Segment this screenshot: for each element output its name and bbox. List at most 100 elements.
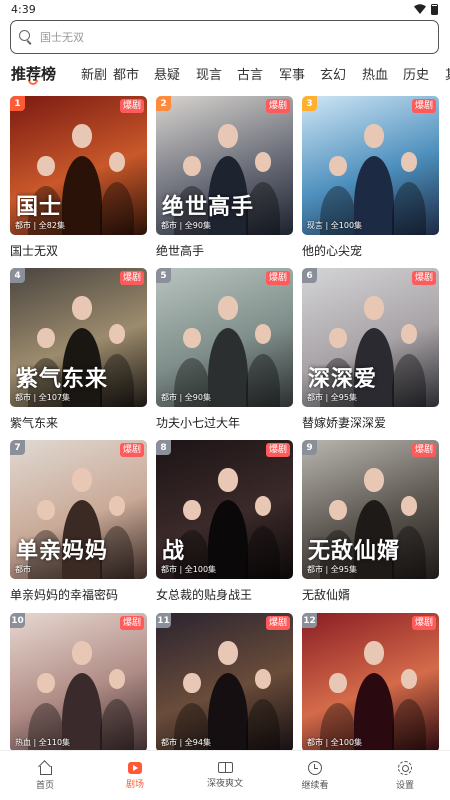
drama-meta: 都市 | 全90集 <box>161 393 211 402</box>
rank-badge: 4 <box>10 268 25 283</box>
poster-face <box>364 124 384 148</box>
drama-poster[interactable]: 3 爆剧 现言 | 全100集 <box>302 96 439 235</box>
drama-card[interactable]: 战 8 爆剧 都市 | 全100集 女总裁的贴身战王 <box>156 440 293 603</box>
clock-icon <box>308 760 322 775</box>
drama-title[interactable]: 无敌仙婿 <box>302 586 439 603</box>
drama-poster[interactable]: 单亲妈妈 7 爆剧 都市 <box>10 440 147 579</box>
poster-face <box>400 324 418 344</box>
nav-home[interactable]: 首页 <box>0 751 90 800</box>
drama-card[interactable]: 3 爆剧 现言 | 全100集他的心尖宠 <box>302 96 439 259</box>
nav-book[interactable]: 深夜爽文 <box>180 751 270 800</box>
drama-card[interactable]: 绝世高手 2 爆剧 都市 | 全90集 绝世高手 <box>156 96 293 259</box>
drama-meta: 都市 <box>15 565 31 574</box>
poster-face <box>108 669 126 689</box>
drama-title[interactable]: 单亲妈妈的幸福密码 <box>10 586 147 603</box>
poster-face <box>72 124 92 148</box>
search-bar[interactable] <box>10 20 439 54</box>
nav-theater[interactable]: 剧场 <box>90 751 180 800</box>
drama-title[interactable]: 女总裁的贴身战王 <box>156 586 293 603</box>
tab-3[interactable]: 悬疑 <box>154 64 180 83</box>
tab-9[interactable]: 历史 <box>403 64 429 83</box>
tab-10[interactable]: 其 <box>445 64 450 83</box>
poster-title-art: 紫气东来 <box>16 367 109 392</box>
poster-face <box>183 499 201 521</box>
tab-7[interactable]: 玄幻 <box>320 64 346 83</box>
poster-face <box>364 468 384 492</box>
poster-face <box>72 468 92 492</box>
search-input[interactable] <box>40 30 420 44</box>
drama-meta: 都市 | 全95集 <box>307 565 357 574</box>
drama-card[interactable]: 5 爆剧 都市 | 全90集功夫小七过大年 <box>156 268 293 431</box>
drama-poster[interactable]: 国士 1 爆剧 都市 | 全82集 <box>10 96 147 235</box>
tab-5[interactable]: 古言 <box>237 64 263 83</box>
tab-2[interactable]: 都市 <box>113 64 139 83</box>
nav-clock[interactable]: 继续看 <box>270 751 360 800</box>
drama-title[interactable]: 功夫小七过大年 <box>156 414 293 431</box>
poster-face <box>400 152 418 172</box>
drama-meta: 热血 | 全110集 <box>15 738 71 747</box>
tab-6[interactable]: 军事 <box>279 64 305 83</box>
drama-poster[interactable]: 11 爆剧 都市 | 全94集 <box>156 613 293 752</box>
drama-poster[interactable]: 12 爆剧都市 | 全100集 <box>302 613 439 752</box>
poster-face <box>218 124 238 148</box>
poster-face <box>183 155 201 177</box>
rank-badge: 5 <box>156 268 171 283</box>
hot-badge: 爆剧 <box>265 443 290 457</box>
drama-poster[interactable]: 绝世高手 2 爆剧 都市 | 全90集 <box>156 96 293 235</box>
drama-card[interactable]: 国士 1 爆剧 都市 | 全82集国士无双 <box>10 96 147 259</box>
drama-title[interactable]: 替嫁娇妻深深爱 <box>302 414 439 431</box>
nav-label: 首页 <box>35 780 54 791</box>
rank-badge: 9 <box>302 440 317 455</box>
drama-meta: 都市 | 全100集 <box>161 565 217 574</box>
drama-card[interactable]: 深深爱 6 爆剧 都市 | 全95集 替嫁娇妻深深爱 <box>302 268 439 431</box>
poster-face <box>400 496 418 516</box>
drama-card[interactable]: 无敌仙婿 9 爆剧 都市 | 全95集 无敌仙婿 <box>302 440 439 603</box>
drama-card[interactable]: 10 爆剧 热血 | 全110集 <box>10 613 147 752</box>
drama-meta: 都市 | 全95集 <box>307 393 357 402</box>
poster-face <box>254 669 272 689</box>
poster-title-art: 深深爱 <box>308 367 378 392</box>
poster-face <box>37 672 55 694</box>
status-icons <box>414 3 438 15</box>
rank-badge: 12 <box>302 613 317 628</box>
drama-card[interactable]: 紫气东来 4 爆剧 都市 | 全107集 紫气东来 <box>10 268 147 431</box>
hot-badge: 爆剧 <box>119 271 144 285</box>
nav-gear[interactable]: 设置 <box>360 751 450 800</box>
rank-badge: 10 <box>10 613 25 628</box>
theater-icon <box>128 761 142 774</box>
hot-badge: 爆剧 <box>411 271 436 285</box>
drama-poster[interactable]: 10 爆剧 热血 | 全110集 <box>10 613 147 752</box>
tab-0[interactable]: 推荐榜 <box>11 63 56 84</box>
poster-title-art: 绝世高手 <box>162 195 255 220</box>
drama-poster[interactable]: 无敌仙婿 9 爆剧 都市 | 全95集 <box>302 440 439 579</box>
drama-poster[interactable]: 深深爱 6 爆剧 都市 | 全95集 <box>302 268 439 407</box>
drama-card[interactable]: 单亲妈妈 7 爆剧 都市 单亲妈妈的幸福密码 <box>10 440 147 603</box>
rank-badge: 7 <box>10 440 25 455</box>
drama-card[interactable]: 12 爆剧都市 | 全100集 <box>302 613 439 752</box>
tab-1[interactable]: 新剧 <box>81 64 107 83</box>
poster-face <box>254 152 272 172</box>
drama-title[interactable]: 国士无双 <box>10 242 147 259</box>
poster-face <box>37 327 55 349</box>
poster-face <box>37 499 55 521</box>
drama-poster[interactable]: 5 爆剧 都市 | 全90集 <box>156 268 293 407</box>
drama-title[interactable]: 他的心尖宠 <box>302 242 439 259</box>
drama-poster[interactable]: 战 8 爆剧 都市 | 全100集 <box>156 440 293 579</box>
drama-title[interactable]: 绝世高手 <box>156 242 293 259</box>
search-icon <box>19 30 33 44</box>
tab-8[interactable]: 热血 <box>362 64 388 83</box>
hot-badge: 爆剧 <box>119 443 144 457</box>
hot-badge: 爆剧 <box>411 616 436 630</box>
drama-meta: 都市 | 全100集 <box>307 738 363 747</box>
drama-poster[interactable]: 紫气东来 4 爆剧都市 | 全107集 <box>10 268 147 407</box>
drama-meta: 都市 | 全107集 <box>15 393 71 402</box>
poster-face <box>254 324 272 344</box>
drama-title[interactable]: 紫气东来 <box>10 414 147 431</box>
poster-figure <box>208 673 248 752</box>
poster-figure <box>208 328 248 407</box>
drama-card[interactable]: 11 爆剧 都市 | 全94集 <box>156 613 293 752</box>
poster-figure <box>392 182 426 235</box>
status-time: 4:39 <box>11 2 36 16</box>
hot-badge: 爆剧 <box>411 443 436 457</box>
tab-4[interactable]: 现言 <box>196 64 222 83</box>
